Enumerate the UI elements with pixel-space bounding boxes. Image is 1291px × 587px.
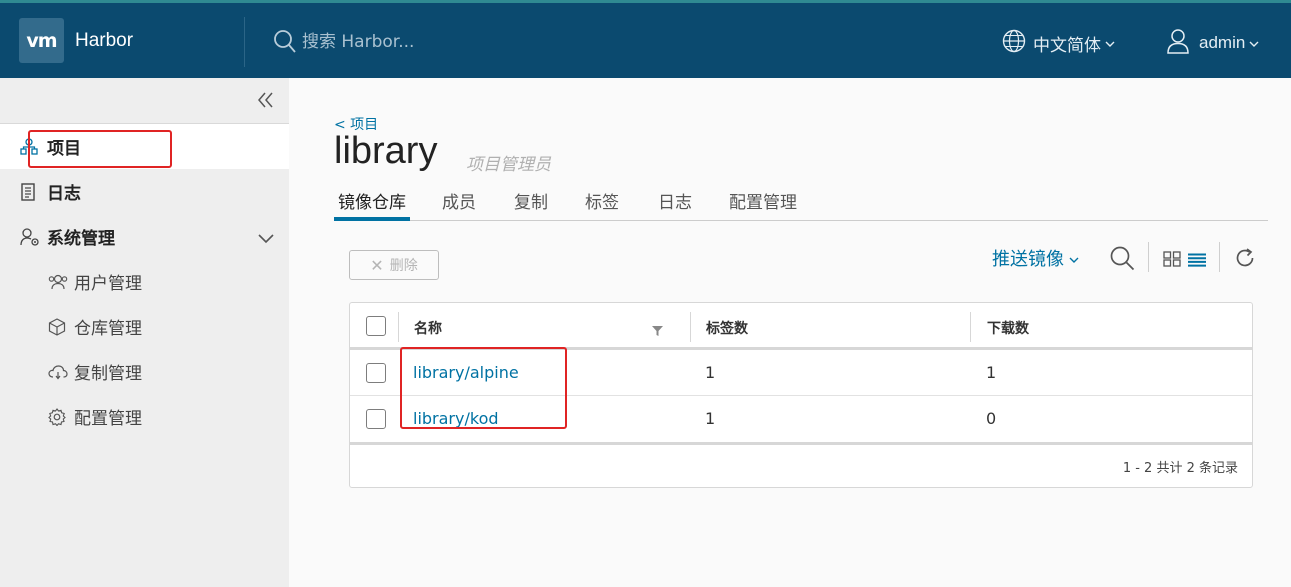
project-role: 项目管理员: [466, 155, 551, 175]
brand-name[interactable]: Harbor: [75, 30, 133, 52]
push-image-label: 推送镜像: [992, 249, 1064, 270]
page-title: library: [334, 130, 438, 172]
language-label: 中文简体: [1033, 35, 1101, 56]
cloud-icon: [48, 363, 68, 385]
row-checkbox[interactable]: [366, 409, 386, 429]
chevron-down-icon: [1105, 33, 1115, 53]
sidebar-item-label: 用户管理: [74, 274, 142, 294]
filter-icon[interactable]: [652, 321, 663, 340]
sidebar-item-system-admin[interactable]: 系统管理: [0, 214, 289, 259]
tab-replication[interactable]: 复制: [514, 188, 548, 213]
search-icon[interactable]: [1110, 246, 1135, 275]
delete-button[interactable]: ✕ 删除: [349, 250, 439, 280]
sidebar-item-label: 项目: [47, 139, 81, 159]
top-header: vm Harbor 中文简体 admin: [0, 0, 1291, 78]
repository-table: 名称 标签数 下载数 library/alpine 1 1 library/ko…: [349, 302, 1253, 488]
column-separator: [398, 312, 399, 342]
sidebar-item-label: 仓库管理: [74, 319, 142, 339]
toolbar-divider: [1148, 242, 1149, 272]
card-view-icon[interactable]: [1163, 251, 1181, 271]
header-divider: [244, 17, 245, 67]
language-selector[interactable]: 中文简体: [1002, 27, 1115, 59]
refresh-icon[interactable]: [1234, 247, 1256, 273]
row-checkbox[interactable]: [366, 363, 386, 383]
project-tabs: 镜像仓库 成员 复制 标签 日志 配置管理: [334, 182, 1268, 221]
sidebar-item-replication-management[interactable]: 复制管理: [0, 349, 289, 394]
column-separator: [690, 312, 691, 342]
table-row[interactable]: library/kod 1 0: [350, 396, 1252, 442]
tag-count: 1: [705, 409, 716, 428]
sidebar-item-label: 复制管理: [74, 364, 142, 384]
sidebar-item-user-management[interactable]: 用户管理: [0, 259, 289, 304]
sidebar-item-logs[interactable]: 日志: [0, 169, 289, 214]
tag-count: 1: [705, 363, 716, 382]
column-separator: [970, 312, 971, 342]
sidebar: 项目 日志 系统管理 用户管理 仓库管理 复制管理 配置管理: [0, 78, 289, 587]
tab-labels[interactable]: 标签: [585, 188, 619, 213]
repository-name-link[interactable]: library/kod: [413, 409, 499, 428]
column-header-tags[interactable]: 标签数: [706, 318, 748, 338]
sidebar-item-projects[interactable]: 项目: [0, 124, 289, 169]
tab-members[interactable]: 成员: [442, 188, 476, 213]
search-icon: [274, 30, 296, 58]
column-header-pulls[interactable]: 下载数: [987, 318, 1029, 338]
sidebar-item-label: 配置管理: [74, 409, 142, 429]
sidebar-item-registry-management[interactable]: 仓库管理: [0, 304, 289, 349]
project-icon: [20, 138, 38, 160]
globe-icon: [1002, 29, 1026, 58]
toolbar-divider: [1219, 242, 1220, 272]
chevron-down-icon: [1249, 33, 1259, 53]
pagination-summary: 1 - 2 共计 2 条记录: [1122, 461, 1238, 476]
delete-button-label: 删除: [389, 258, 418, 274]
chevron-down-icon[interactable]: [258, 229, 274, 248]
tab-configuration[interactable]: 配置管理: [729, 188, 797, 213]
push-image-button[interactable]: 推送镜像: [992, 245, 1079, 271]
vmware-logo[interactable]: vm: [19, 18, 64, 63]
admin-icon: [20, 228, 40, 250]
search-input[interactable]: [302, 27, 602, 57]
column-header-name[interactable]: 名称: [414, 318, 442, 338]
list-view-icon[interactable]: [1188, 252, 1206, 271]
pull-count: 0: [986, 409, 997, 428]
pull-count: 1: [986, 363, 997, 382]
sidebar-item-configuration[interactable]: 配置管理: [0, 394, 289, 439]
repository-name-link[interactable]: library/alpine: [413, 363, 519, 382]
chevron-down-icon: [1069, 248, 1079, 269]
close-icon: ✕: [370, 255, 384, 275]
tab-repositories[interactable]: 镜像仓库: [338, 188, 406, 213]
table-footer-divider: [350, 442, 1252, 445]
table-row[interactable]: library/alpine 1 1: [350, 350, 1252, 396]
users-icon: [48, 273, 68, 295]
collapse-sidebar-icon[interactable]: [257, 92, 275, 112]
user-menu[interactable]: admin: [1166, 27, 1259, 59]
sidebar-item-label: 日志: [47, 184, 81, 204]
cube-icon: [48, 318, 66, 340]
sidebar-item-label: 系统管理: [47, 229, 115, 249]
select-all-checkbox[interactable]: [366, 316, 386, 336]
gear-icon: [48, 408, 66, 430]
active-tab-indicator: [334, 217, 410, 221]
tab-logs[interactable]: 日志: [658, 188, 692, 213]
username: admin: [1199, 33, 1246, 52]
table-header: 名称 标签数 下载数: [350, 303, 1252, 350]
log-icon: [20, 183, 36, 205]
user-icon: [1166, 28, 1190, 59]
